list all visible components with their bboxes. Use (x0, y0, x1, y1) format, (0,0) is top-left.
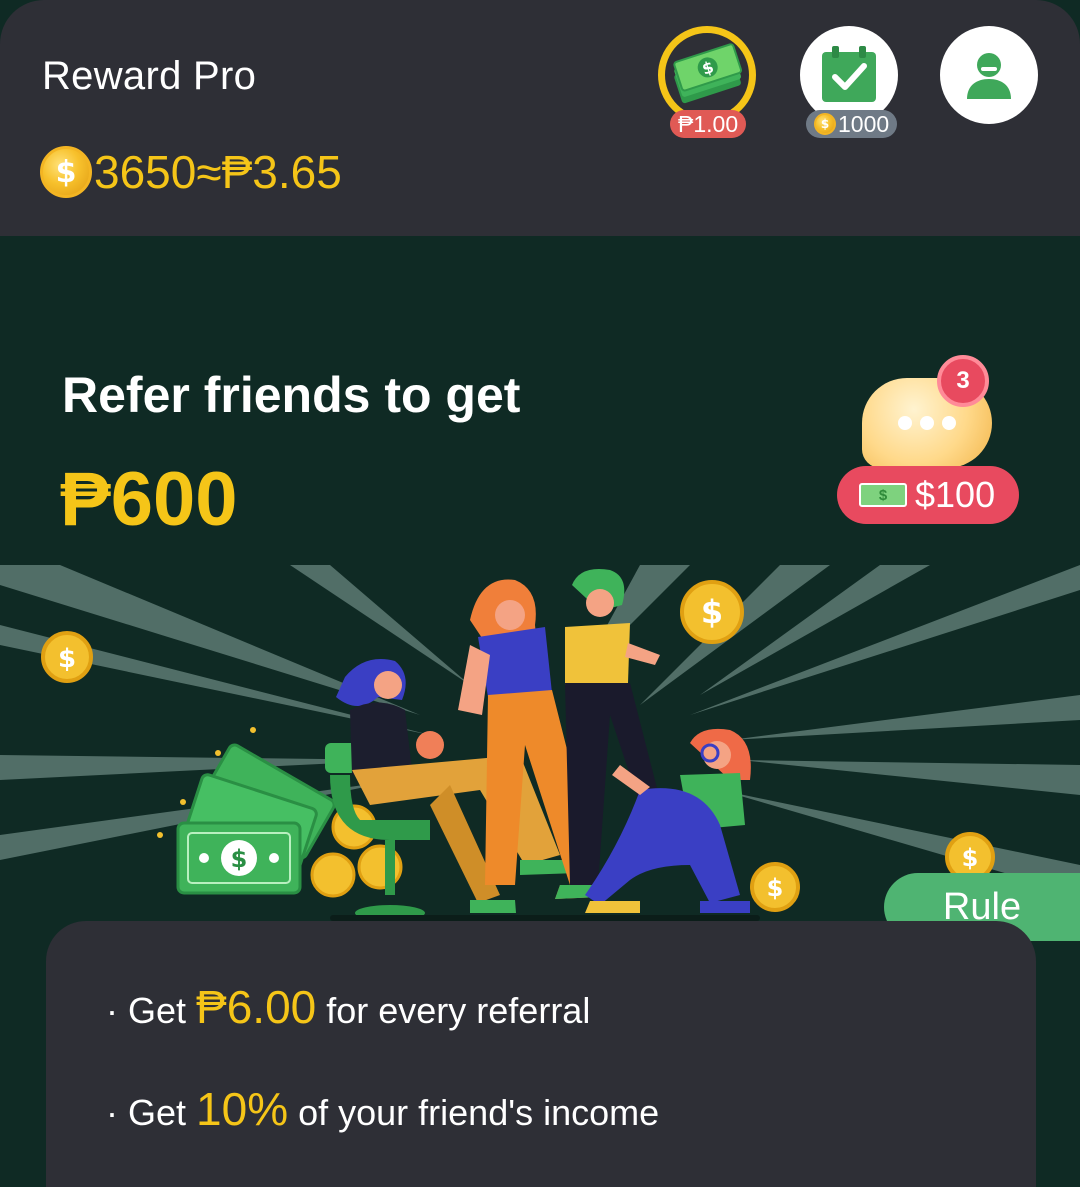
user-icon (967, 53, 1011, 99)
rule-text: for every referral (316, 990, 591, 1031)
friends-illustration: $ $ $ $ $ (0, 565, 1080, 921)
coin-icon: $ (680, 580, 744, 644)
calendar-check-icon (822, 46, 876, 102)
profile-button[interactable] (940, 26, 1038, 124)
cash-reward-badge: ₱1.00 (670, 110, 747, 138)
svg-text:$: $ (58, 644, 76, 674)
header: Reward Pro 3650 ≈₱3.65 $ ₱1.00 (0, 0, 1080, 236)
rule-highlight: ₱6.00 (196, 981, 317, 1033)
hero-title: Refer friends to get (62, 367, 521, 423)
rule-line-income: · Get 10% of your friend's income (106, 1082, 659, 1136)
rule-line-referral: · Get ₱6.00 for every referral (106, 980, 590, 1034)
referral-reward-pill: $ $100 (837, 466, 1019, 524)
rule-highlight: 10% (196, 1083, 289, 1135)
coin-icon (40, 146, 92, 198)
app-screen: Reward Pro 3650 ≈₱3.65 $ ₱1.00 (0, 0, 1080, 1187)
notification-badge: 3 (937, 355, 989, 407)
daily-task-badge: 1000 (806, 110, 898, 138)
rule-text: · Get (106, 990, 197, 1031)
svg-text:$: $ (962, 844, 979, 872)
money-bill-icon: $ (859, 483, 907, 507)
daily-task-coins: 1000 (838, 111, 890, 137)
rule-text: · Get (106, 1092, 197, 1133)
reward-amount: $100 (915, 474, 996, 515)
coin-icon (814, 113, 836, 135)
balance-coins: 3650 (94, 146, 197, 198)
referral-info-card (46, 921, 1036, 1187)
svg-text:$: $ (231, 845, 248, 873)
hero-amount: ₱600 (60, 457, 238, 542)
svg-text:$: $ (701, 593, 723, 631)
balance-approx: ≈₱3.65 (196, 146, 342, 198)
app-title: Reward Pro (42, 54, 257, 98)
coin-icon: $ (41, 631, 93, 683)
svg-text:$: $ (767, 874, 784, 902)
rule-text: of your friend's income (288, 1092, 660, 1133)
coin-icon: $ (750, 862, 800, 912)
coin-balance: 3650 ≈₱3.65 (40, 146, 342, 198)
money-stack-icon: $ (673, 43, 743, 104)
